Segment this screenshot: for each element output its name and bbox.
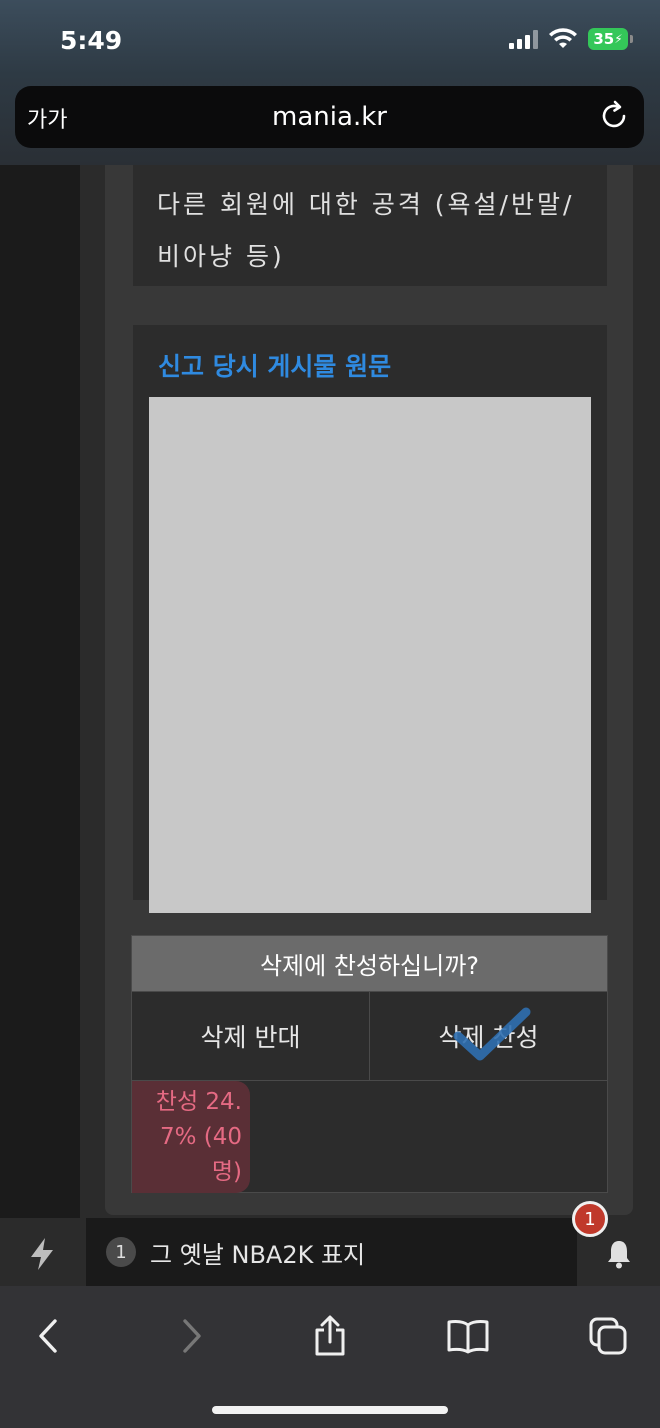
headline-text[interactable]: 그 옛날 NBA2K 표지 [150,1235,365,1270]
lightning-icon[interactable] [26,1236,58,1272]
vote-result: 찬성 24.7% (40명) [132,1081,607,1193]
reload-icon[interactable] [598,100,630,132]
headline-ticker[interactable]: 1 그 옛날 NBA2K 표지 [86,1218,577,1286]
page-gutter [0,165,80,1218]
original-post-title: 신고 당시 게시물 원문 [158,352,392,381]
share-icon [315,1315,345,1356]
vote-approve-button[interactable]: 삭제 찬성 [369,992,607,1080]
delete-vote-box: 삭제에 찬성하십니까? 삭제 반대 삭제 찬성 찬성 24.7% (40명) [131,935,608,1193]
bookmarks-button[interactable] [446,1314,490,1358]
bell-icon[interactable] [603,1238,635,1270]
browser-toolbar [0,1286,660,1428]
report-reason-text: 다른 회원에 대한 공격 (욕설/반말/비아냥 등) [157,190,575,271]
chevron-left-icon [39,1319,57,1353]
notification-bar: 1 그 옛날 NBA2K 표지 [0,1218,660,1286]
browser-top-chrome: 5:49 35 ⚡ 가가 mania.kr [0,0,660,165]
home-indicator [212,1406,448,1414]
original-post-image [149,397,591,913]
chevron-right-icon [183,1319,201,1353]
forward-button[interactable] [170,1314,214,1358]
back-button[interactable] [26,1314,70,1358]
report-reason-box: 다른 회원에 대한 공격 (욕설/반말/비아냥 등) [133,165,607,286]
vote-oppose-button[interactable]: 삭제 반대 [132,992,369,1080]
book-icon [447,1319,489,1354]
headline-rank: 1 [106,1237,136,1267]
vote-options: 삭제 반대 삭제 찬성 [132,992,607,1081]
web-page: 다른 회원에 대한 공격 (욕설/반말/비아냥 등) 신고 당시 게시물 원문 … [0,165,660,1218]
notification-badge: 1 [572,1201,608,1237]
tabs-icon [589,1317,627,1355]
vote-oppose-label: 삭제 반대 [200,1023,301,1052]
checkmark-icon [453,1007,531,1061]
wifi-icon [549,28,577,48]
text-size-button[interactable]: 가가 [27,102,67,134]
tabs-button[interactable] [586,1314,630,1358]
status-icons: 35 ⚡ [509,28,633,50]
address-bar[interactable]: 가가 mania.kr [15,86,644,148]
vote-question: 삭제에 찬성하십니까? [132,936,607,992]
battery-level: 35 [593,30,615,48]
vote-result-text: 찬성 24.7% (40명) [155,1089,242,1185]
share-button[interactable] [308,1314,352,1358]
battery-icon: 35 ⚡ [588,28,633,50]
cellular-signal-icon [509,29,538,49]
status-time: 5:49 [60,26,123,55]
original-post-box: 신고 당시 게시물 원문 [133,325,607,913]
url-text[interactable]: mania.kr [272,102,387,132]
